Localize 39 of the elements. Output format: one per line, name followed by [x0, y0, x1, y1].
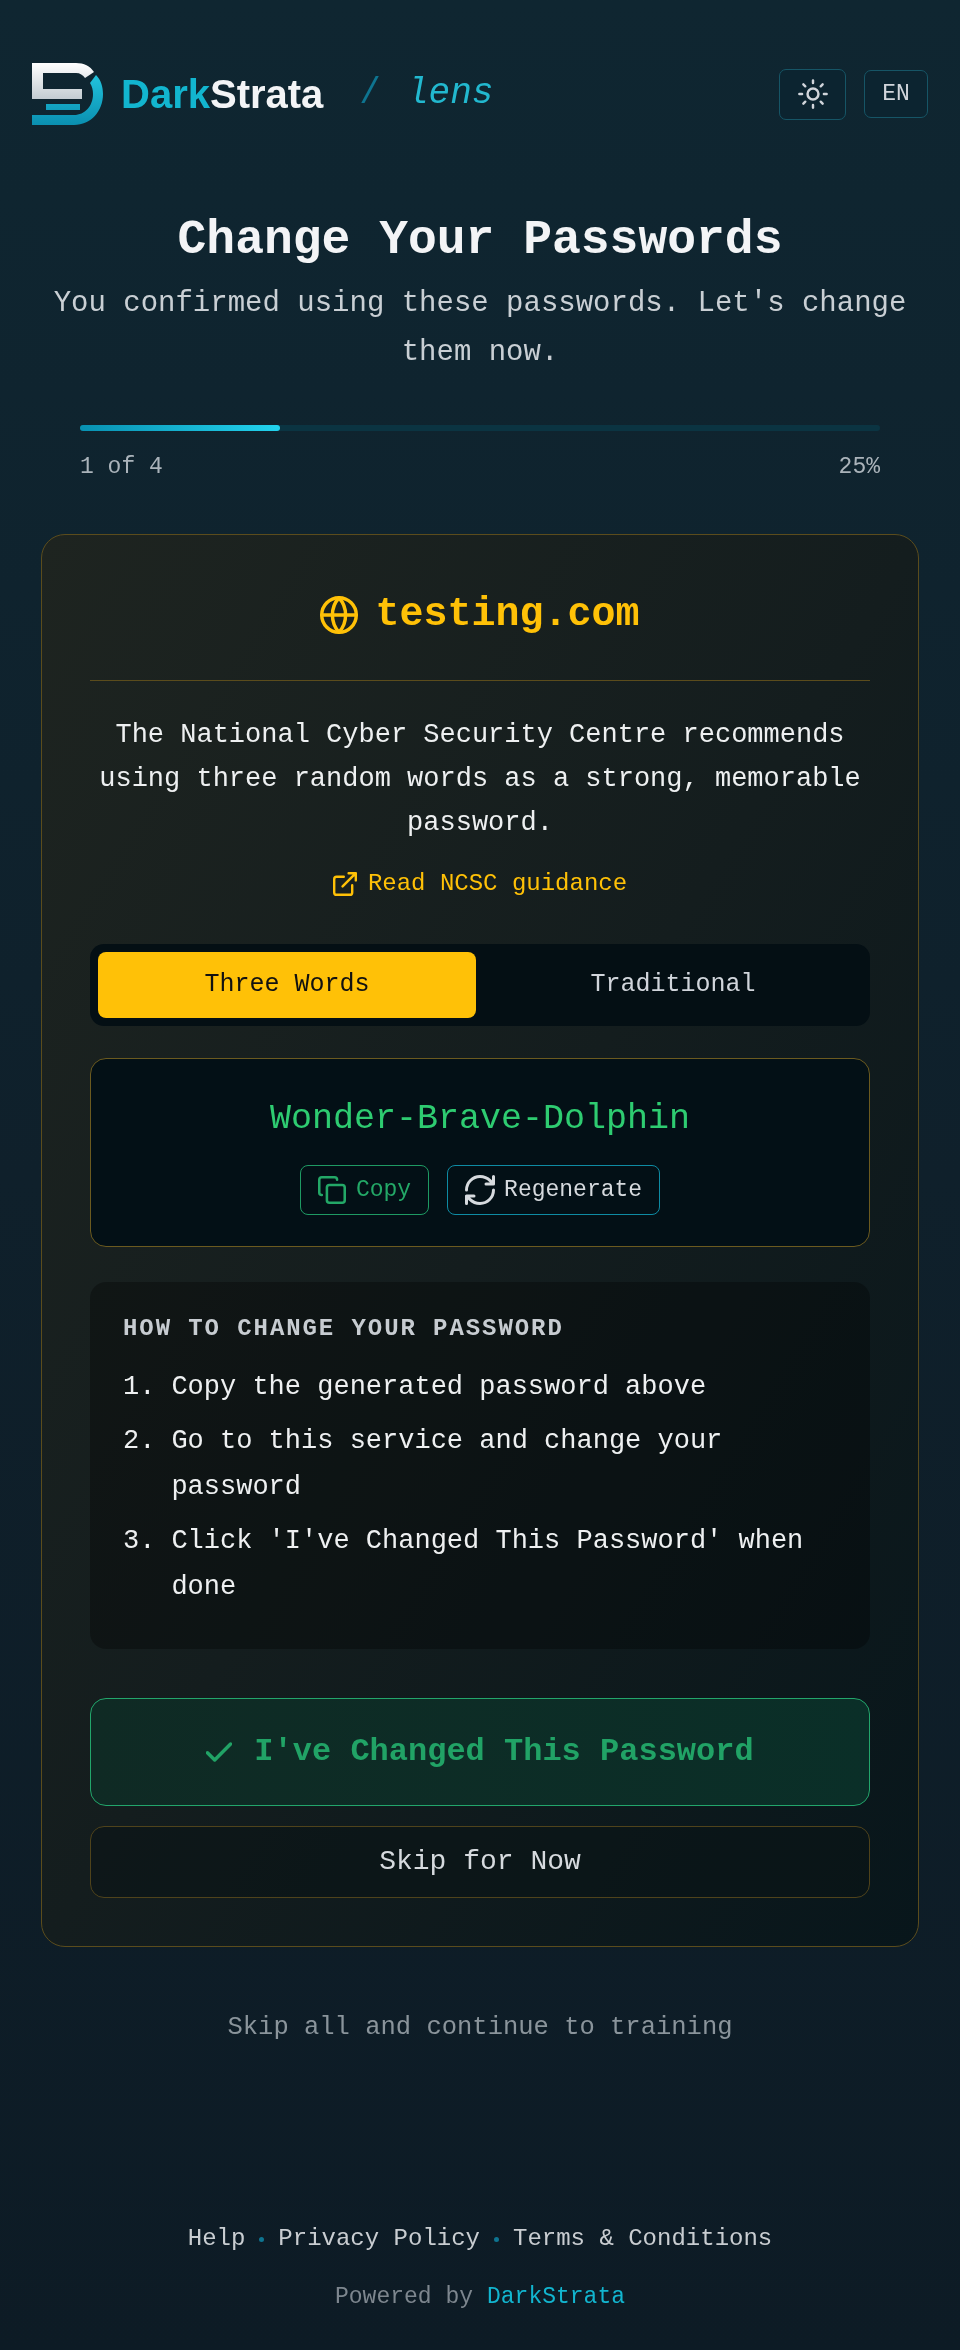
- mode-tab[interactable]: Three Words: [98, 952, 476, 1018]
- globe-icon: [320, 596, 359, 634]
- progress-percent: 25%: [838, 453, 880, 482]
- regenerate-button[interactable]: Regenerate: [447, 1165, 661, 1215]
- footer-link[interactable]: Terms & Conditions: [513, 2221, 773, 2257]
- page-subtitle: You confirmed using these passwords. Let's change them now.: [52, 286, 908, 371]
- product-name: lens: [406, 72, 494, 116]
- generated-password: Wonder-Brave-Dolphin: [269, 1098, 691, 1141]
- brand-name: DarkStrata: [121, 71, 324, 118]
- check-icon: [206, 1742, 233, 1762]
- advice-text: The National Cyber Security Centre recommends using three random words as a strong, memorable password.: [98, 719, 862, 840]
- external-link-icon: [332, 872, 357, 896]
- step-number: 3.: [123, 1525, 156, 1558]
- skip-button[interactable]: Skip for Now: [90, 1826, 870, 1898]
- step-number: 2.: [123, 1425, 156, 1458]
- refresh-icon: [465, 1175, 496, 1205]
- step-text: Go to this service and change your password: [171, 1425, 724, 1504]
- powered-by-text: Powered by: [334, 2283, 473, 2312]
- logo-icon: [32, 63, 103, 125]
- instructions-heading: HOW TO CHANGE YOUR PASSWORD: [123, 1314, 565, 1344]
- skip-all-link[interactable]: Skip all and continue to training: [227, 2009, 733, 2047]
- slash-separator: /: [359, 72, 381, 116]
- guidance-link[interactable]: Read NCSC guidance: [332, 866, 628, 902]
- copy-button[interactable]: Copy: [299, 1165, 430, 1215]
- page-title: Change Your Passwords: [177, 212, 783, 269]
- step-text: Click 'I've Changed This Password' when done: [171, 1525, 805, 1604]
- step-counter: 1 of 4: [80, 453, 163, 482]
- sun-icon: [797, 79, 828, 109]
- brand-link[interactable]: DarkStrata: [487, 2279, 626, 2315]
- mode-tab[interactable]: Traditional: [484, 952, 862, 1018]
- step-text: Copy the generated password above: [171, 1371, 707, 1404]
- theme-toggle-button[interactable]: [779, 68, 846, 120]
- footer-link[interactable]: Privacy Policy: [278, 2221, 480, 2257]
- footer-link[interactable]: Help: [187, 2221, 246, 2257]
- language-button[interactable]: EN: [864, 70, 928, 118]
- copy-icon: [317, 1176, 346, 1204]
- site-name: testing.com: [375, 591, 640, 639]
- step-number: 1.: [123, 1371, 156, 1404]
- confirm-changed-button[interactable]: I've Changed This Password: [90, 1698, 870, 1806]
